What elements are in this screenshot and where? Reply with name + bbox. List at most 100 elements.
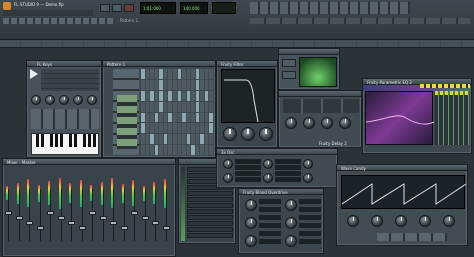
step-cell[interactable] <box>200 79 204 90</box>
step-cell[interactable] <box>177 79 182 90</box>
step-cell[interactable] <box>191 145 195 155</box>
toolbar-lower-strip[interactable] <box>250 18 470 24</box>
gain-knob[interactable] <box>245 217 257 229</box>
step-cell[interactable] <box>163 134 168 145</box>
xy-pad-titlebar[interactable] <box>279 49 339 55</box>
delay-mix-knob[interactable] <box>339 117 351 129</box>
step-cell[interactable] <box>145 112 150 123</box>
osc1-knob[interactable] <box>223 159 233 169</box>
step-cell[interactable] <box>168 90 172 101</box>
wave-knob-1[interactable] <box>347 215 359 227</box>
xy-pad-side-button[interactable] <box>282 71 296 79</box>
fader-handle[interactable] <box>152 221 159 225</box>
step-cell[interactable] <box>204 101 209 112</box>
step-cell[interactable] <box>154 90 159 101</box>
fader-handle[interactable] <box>5 211 12 215</box>
step-cell[interactable] <box>195 69 200 79</box>
resonance-knob[interactable] <box>241 127 255 141</box>
fader-handle[interactable] <box>78 226 86 230</box>
dist-plugin-titlebar[interactable]: Fruity Blood Overdrive <box>239 189 323 195</box>
filter-plugin-window[interactable]: Fruity Filter <box>216 60 278 148</box>
step-cell[interactable] <box>168 101 172 112</box>
black-key[interactable] <box>41 134 44 147</box>
fader-handle[interactable] <box>141 216 149 220</box>
delay-plugin-titlebar[interactable] <box>279 91 361 97</box>
step-cell[interactable] <box>172 79 177 90</box>
mix-knob[interactable] <box>259 127 273 141</box>
step-cell[interactable] <box>182 112 186 123</box>
delay-param-row[interactable] <box>283 99 359 113</box>
mixer-channel-strip[interactable] <box>152 171 159 247</box>
step-cell[interactable] <box>168 112 172 123</box>
record-button[interactable] <box>124 4 134 12</box>
step-cell[interactable] <box>145 101 150 112</box>
step-cell[interactable] <box>141 101 145 112</box>
mixer-channel-strip[interactable] <box>47 171 54 247</box>
step-cell[interactable] <box>195 123 200 134</box>
mixer-channel-strip[interactable] <box>36 171 44 247</box>
step-cell[interactable] <box>186 79 191 90</box>
out-knob[interactable] <box>245 235 257 247</box>
step-cell[interactable] <box>195 90 200 101</box>
fx-slot[interactable] <box>187 227 233 232</box>
wave-knob-3[interactable] <box>395 215 407 227</box>
mix2-knob[interactable] <box>285 217 297 229</box>
black-key[interactable] <box>74 134 77 147</box>
tempo-display[interactable]: 140.000 <box>180 2 208 14</box>
step-cell[interactable] <box>154 101 159 112</box>
mixer-channel-strip[interactable] <box>26 171 33 247</box>
step-cell[interactable] <box>191 101 195 112</box>
fader-handle[interactable] <box>26 221 33 225</box>
step-cell[interactable] <box>200 69 204 79</box>
synth-plugin-titlebar[interactable]: 3x Osc <box>217 149 337 155</box>
step-cell[interactable] <box>195 145 200 155</box>
step-cell[interactable] <box>182 101 186 112</box>
mixer-channel-strip[interactable] <box>120 171 128 247</box>
pan-knob[interactable] <box>45 95 55 105</box>
play-button[interactable] <box>100 4 110 12</box>
black-key[interactable] <box>69 134 72 147</box>
step-cell[interactable] <box>195 134 200 145</box>
synth-param-lcds-2[interactable] <box>275 159 301 183</box>
black-key[interactable] <box>93 134 96 147</box>
step-cell[interactable] <box>150 101 154 112</box>
step-cell[interactable] <box>141 69 145 79</box>
delay-time-knob[interactable] <box>303 117 315 129</box>
step-cell[interactable] <box>141 123 145 134</box>
mixer-channel-strip[interactable] <box>5 171 12 247</box>
param-buttons[interactable] <box>31 109 99 129</box>
step-cell[interactable] <box>145 79 150 90</box>
step-cell[interactable] <box>186 112 191 123</box>
osc4-knob[interactable] <box>263 173 273 183</box>
step-cell[interactable] <box>177 69 182 79</box>
step-cell[interactable] <box>200 145 204 155</box>
wave-knob-4[interactable] <box>419 215 431 227</box>
eq-spectrum-display[interactable] <box>365 91 435 145</box>
black-key[interactable] <box>83 134 86 147</box>
wave-bottom-buttons[interactable] <box>377 233 447 241</box>
step-cell[interactable] <box>172 145 177 155</box>
step-cell[interactable] <box>141 145 145 155</box>
fl-logo[interactable] <box>3 2 11 10</box>
playlist-ruler[interactable] <box>0 40 474 48</box>
step-cell[interactable] <box>141 134 145 145</box>
step-cell[interactable] <box>159 134 163 145</box>
filter-plugin-titlebar[interactable]: Fruity Filter <box>217 61 277 67</box>
wave-knob-2[interactable] <box>371 215 383 227</box>
step-cell[interactable] <box>145 69 150 79</box>
filter-res-knob[interactable] <box>87 95 97 105</box>
step-cell[interactable] <box>200 134 204 145</box>
step-cell[interactable] <box>204 123 209 134</box>
step-cell[interactable] <box>163 112 168 123</box>
step-cell[interactable] <box>182 69 186 79</box>
step-sequencer-window[interactable]: Pattern 1 <box>102 60 216 158</box>
step-cell[interactable] <box>186 69 191 79</box>
step-cell[interactable] <box>177 123 182 134</box>
play-triangle-icon[interactable] <box>30 69 38 79</box>
step-cell[interactable] <box>209 145 213 155</box>
fader-handle[interactable] <box>99 216 107 220</box>
fx-slot[interactable] <box>187 203 233 208</box>
delay-feedback-knob[interactable] <box>285 117 297 129</box>
step-cell[interactable] <box>204 79 209 90</box>
fader-handle[interactable] <box>162 226 170 230</box>
